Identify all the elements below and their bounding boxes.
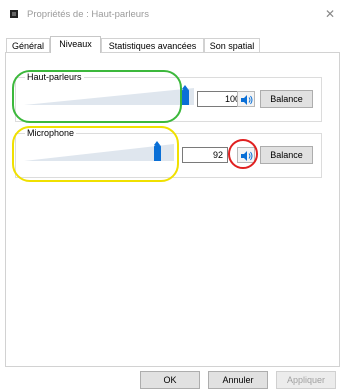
microphone-level-group: Microphone 92 Balance <box>15 128 322 178</box>
title-bar: Propriétés de : Haut-parleurs ✕ <box>0 0 345 30</box>
close-button[interactable]: ✕ <box>319 4 341 24</box>
app-icon <box>10 10 18 18</box>
apply-button[interactable]: Appliquer <box>276 371 336 389</box>
microphone-balance-button[interactable]: Balance <box>260 146 313 164</box>
speakers-label: Haut-parleurs <box>25 72 84 82</box>
microphone-label: Microphone <box>25 128 77 138</box>
tab-niveaux[interactable]: Niveaux <box>50 36 101 53</box>
speakers-mute-button[interactable] <box>237 91 255 107</box>
ok-button[interactable]: OK <box>140 371 200 389</box>
window-title: Propriétés de : Haut-parleurs <box>27 9 149 20</box>
cancel-button[interactable]: Annuler <box>208 371 268 389</box>
speakers-volume-slider[interactable] <box>24 85 194 106</box>
microphone-slider-thumb[interactable] <box>154 141 161 161</box>
close-icon: ✕ <box>324 7 336 21</box>
speaker-icon <box>241 95 253 105</box>
speaker-icon <box>241 151 253 161</box>
tab-son-spatial[interactable]: Son spatial <box>204 38 260 52</box>
slider-track <box>24 144 174 161</box>
tab-label: Statistiques avancées <box>108 41 197 51</box>
tab-statistiques-avancees[interactable]: Statistiques avancées <box>101 38 204 52</box>
slider-track <box>24 88 194 105</box>
microphone-mute-button[interactable] <box>237 147 255 163</box>
tab-general[interactable]: Général <box>6 38 50 52</box>
microphone-level-field[interactable]: 92 <box>182 147 228 163</box>
tab-label: Son spatial <box>209 41 255 51</box>
microphone-volume-slider[interactable] <box>24 141 174 162</box>
speakers-slider-thumb[interactable] <box>182 85 189 105</box>
speakers-level-group: Haut-parleurs 100 Balance <box>15 72 322 122</box>
speakers-balance-button[interactable]: Balance <box>260 90 313 108</box>
tab-label: Général <box>11 41 45 51</box>
tab-label: Niveaux <box>59 39 92 49</box>
